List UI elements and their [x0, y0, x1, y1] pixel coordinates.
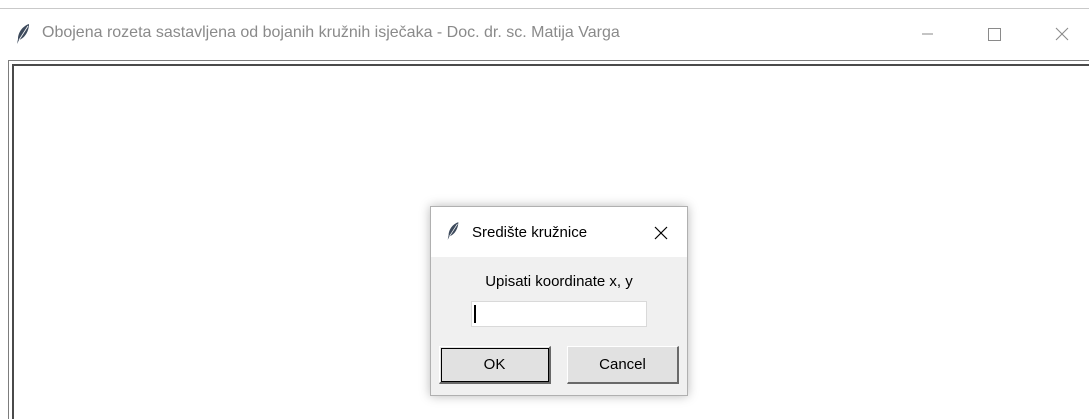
dialog-titlebar[interactable]: Središte kružnice [431, 207, 687, 257]
ok-button[interactable]: OK [439, 346, 551, 384]
cancel-button[interactable]: Cancel [567, 346, 679, 384]
feather-icon [445, 221, 461, 241]
coordinates-input[interactable] [471, 301, 647, 327]
window-titlebar[interactable]: Obojena rozeta sastavljena od bojanih kr… [0, 9, 1089, 59]
maximize-icon [988, 28, 1001, 41]
center-dialog: Središte kružnice Upisati koordinate x, … [430, 206, 688, 396]
main-window: Obojena rozeta sastavljena od bojanih kr… [0, 0, 1089, 419]
close-icon [654, 226, 668, 240]
maximize-button[interactable] [970, 19, 1016, 49]
dialog-close-button[interactable] [649, 221, 673, 245]
close-button[interactable] [1040, 19, 1086, 49]
feather-icon [14, 23, 32, 45]
minimize-icon [922, 33, 933, 35]
window-title: Obojena rozeta sastavljena od bojanih kr… [42, 24, 620, 41]
dialog-prompt: Upisati koordinate x, y [485, 273, 633, 290]
dialog-title: Središte kružnice [472, 224, 588, 241]
close-icon [1055, 27, 1069, 41]
minimize-button[interactable] [904, 19, 950, 49]
text-caret [474, 305, 476, 323]
